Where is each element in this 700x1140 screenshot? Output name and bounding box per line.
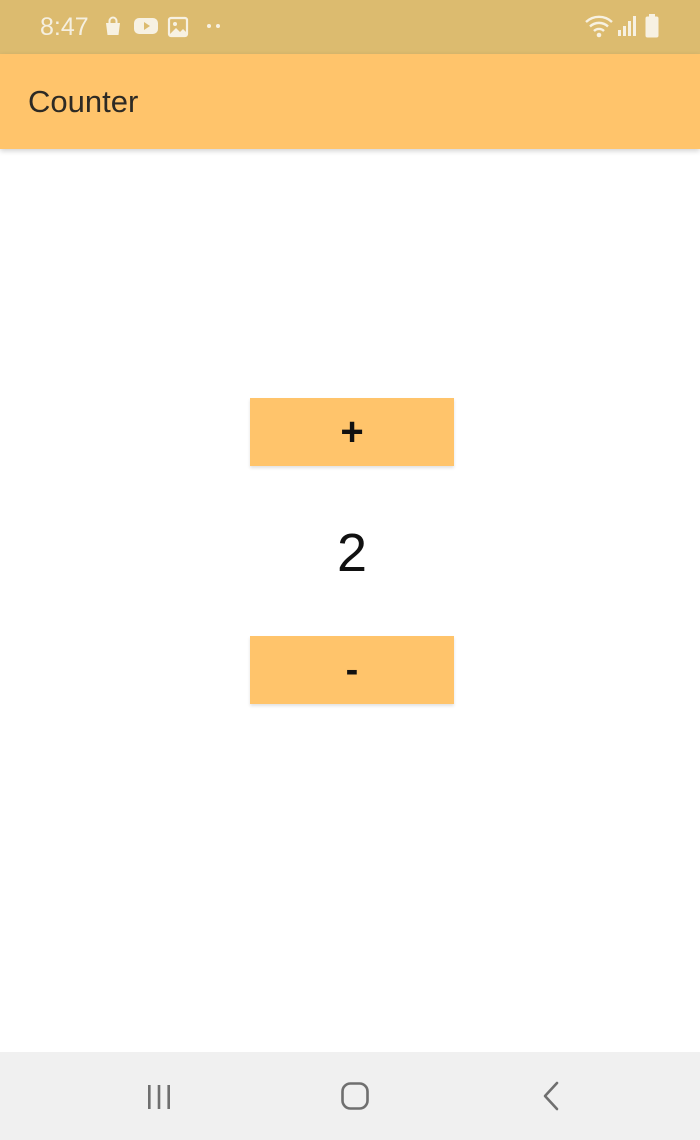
app-bar: Counter (0, 54, 700, 149)
signal-icon (618, 16, 636, 36)
counter-value: 2 (336, 523, 368, 583)
navigation-bar (0, 1052, 700, 1140)
recent-apps-icon (148, 1085, 170, 1109)
app-title: Counter (28, 84, 139, 119)
youtube-icon (134, 18, 158, 34)
shopping-bag-icon (106, 16, 120, 35)
gallery-icon (167, 16, 189, 38)
home-button[interactable] (325, 1070, 385, 1122)
status-time: 8:47 (40, 13, 89, 41)
home-icon (341, 1082, 369, 1110)
more-dots-icon (207, 24, 220, 28)
increment-button[interactable]: + (250, 398, 454, 466)
decrement-button[interactable]: - (250, 636, 454, 704)
battery-icon (645, 14, 659, 38)
back-button[interactable] (521, 1070, 581, 1122)
recent-apps-button[interactable] (129, 1070, 189, 1122)
status-bar: 8:47 (0, 0, 700, 54)
wifi-icon (585, 15, 613, 38)
counter-screen: + 2 - (0, 149, 700, 1052)
back-icon (543, 1081, 559, 1111)
